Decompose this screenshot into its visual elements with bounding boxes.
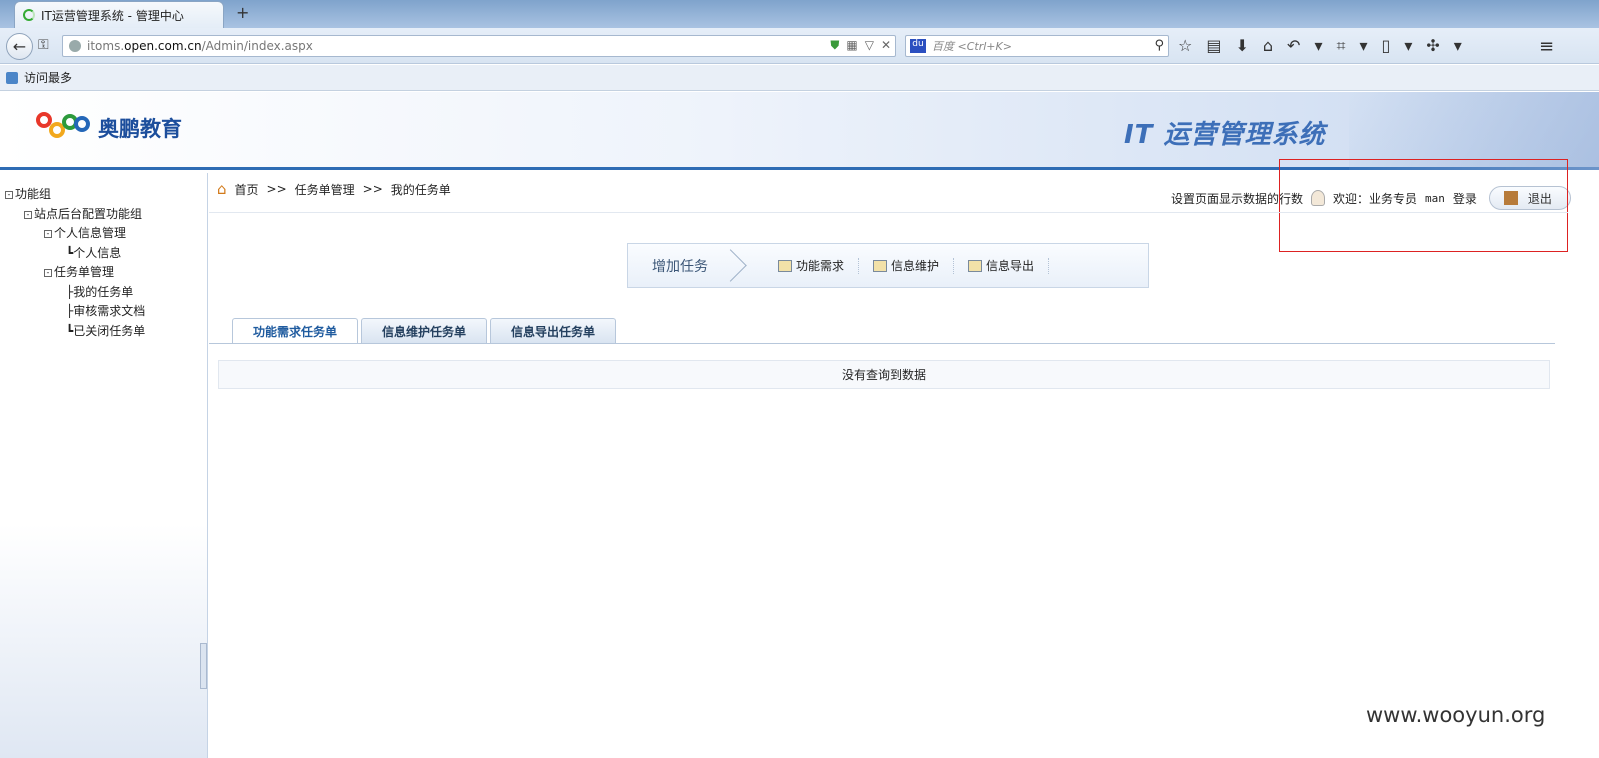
shield-icon[interactable]: ⛊ (830, 38, 839, 53)
edit-icon (873, 259, 888, 272)
star-icon[interactable]: ☆ (1178, 36, 1192, 56)
collapse-icon[interactable]: - (5, 191, 13, 199)
tree-item-review-docs[interactable]: ├审核需求文档 (66, 302, 145, 319)
hamburger-menu-icon[interactable]: ≡ (1539, 36, 1554, 57)
back-button[interactable]: ← (6, 33, 33, 60)
collapse-icon[interactable]: - (44, 269, 52, 277)
address-bar[interactable]: itoms.open.com.cn/Admin/index.aspx ⛊ ▦ ▽… (62, 35, 896, 57)
key-icon[interactable]: ⚿ (38, 37, 49, 53)
divider (209, 212, 1568, 213)
extension-icon[interactable]: ✣ (1426, 36, 1439, 56)
dropdown-icon[interactable]: ▽ (865, 38, 874, 53)
export-icon (968, 259, 983, 272)
collapse-icon[interactable]: - (44, 230, 52, 238)
browser-tab-bar: IT运营管理系统 - 管理中心 + (0, 0, 1599, 28)
reading-list-icon[interactable]: ▤ (1206, 36, 1221, 56)
search-box[interactable]: du 百度 <Ctrl+K> ⚲ (905, 35, 1169, 57)
download-icon[interactable]: ⬇ (1235, 36, 1248, 56)
add-task-label: 增加任务 (628, 244, 738, 287)
crop-icon[interactable]: ⌗ (1336, 36, 1345, 56)
dropdown-icon[interactable]: ▾ (1314, 36, 1322, 56)
search-placeholder: 百度 <Ctrl+K> (932, 40, 1012, 53)
breadcrumb-home[interactable]: 首页 (235, 181, 259, 198)
close-icon[interactable]: ✕ (881, 38, 891, 53)
tab-func-req[interactable]: 功能需求任务单 (232, 318, 359, 344)
tree-personal[interactable]: - 个人信息管理 (44, 224, 126, 241)
action-bar: 增加任务 功能需求 信息维护 信息导出 (627, 243, 1149, 288)
undo-icon[interactable]: ↶ (1287, 36, 1300, 56)
home-browser-icon[interactable]: ⌂ (1263, 36, 1273, 56)
func-req-button[interactable]: 功能需求 (764, 257, 860, 274)
info-maint-button[interactable]: 信息维护 (859, 257, 955, 274)
open-logo-icon (36, 110, 92, 146)
bookmark-most-visited[interactable]: 访问最多 (24, 69, 72, 86)
dropdown-icon[interactable]: ▾ (1454, 36, 1462, 56)
breadcrumb-current: 我的任务单 (390, 182, 451, 197)
info-export-button[interactable]: 信息导出 (954, 257, 1050, 274)
empty-table-row: 没有查询到数据 (218, 360, 1550, 389)
mobile-icon[interactable]: ▯ (1382, 36, 1391, 56)
tree-root[interactable]: - 功能组 (5, 185, 51, 202)
tree-group[interactable]: - 站点后台配置功能组 (24, 205, 142, 222)
collapse-icon[interactable]: - (24, 211, 32, 219)
tree-tasks[interactable]: - 任务单管理 (44, 263, 114, 280)
loading-icon (23, 9, 35, 21)
calendar-icon (778, 259, 792, 272)
dropdown-icon[interactable]: ▾ (1359, 36, 1367, 56)
baidu-paw-icon[interactable]: du (910, 39, 926, 53)
watermark: www.wooyun.org (1366, 703, 1546, 727)
new-tab-button[interactable]: + (236, 3, 249, 22)
browser-tab[interactable]: IT运营管理系统 - 管理中心 (14, 1, 224, 28)
tab-info-maint[interactable]: 信息维护任务单 (361, 318, 488, 343)
browser-nav-bar: ← ⚿ itoms.open.com.cn/Admin/index.aspx ⛊… (0, 28, 1599, 64)
tab-underline (209, 343, 1555, 344)
logo-text: 奥鹏教育 (98, 117, 182, 141)
site-logo[interactable]: 奥鹏教育 (36, 110, 182, 146)
search-icon[interactable]: ⚲ (1154, 38, 1164, 53)
tree-item-my-tasks[interactable]: ├我的任务单 (66, 283, 133, 300)
home-icon: ⌂ (217, 180, 227, 198)
tree-item-personal-info[interactable]: ┗个人信息 (66, 244, 121, 261)
dropdown-icon[interactable]: ▾ (1404, 36, 1412, 56)
system-title: IT 运营管理系统 (1124, 120, 1326, 150)
sidebar-collapse-handle[interactable] (200, 643, 207, 689)
highlight-box (1279, 159, 1568, 252)
left-sidebar: - 功能组 - 站点后台配置功能组 - 个人信息管理 ┗个人信息 - 任务单管理 ├我的… (0, 173, 208, 758)
tree-item-closed-tasks[interactable]: ┗已关闭任务单 (66, 322, 145, 339)
url-text: itoms.open.com.cn/Admin/index.aspx (87, 39, 313, 53)
breadcrumb: ⌂ 首页 >> 任务单管理 >> 我的任务单 (217, 180, 451, 198)
tab-info-export[interactable]: 信息导出任务单 (490, 318, 617, 343)
breadcrumb-level2[interactable]: 任务单管理 (295, 181, 355, 198)
bookmark-folder-icon (6, 71, 18, 84)
bookmarks-bar: 访问最多 (0, 65, 1599, 91)
task-tabs: 功能需求任务单 信息维护任务单 信息导出任务单 (232, 318, 617, 344)
tab-title: IT运营管理系统 - 管理中心 (41, 8, 184, 23)
globe-icon (69, 40, 81, 52)
arrow-left-icon: ← (12, 37, 27, 56)
qr-code-icon[interactable]: ▦ (846, 38, 857, 53)
